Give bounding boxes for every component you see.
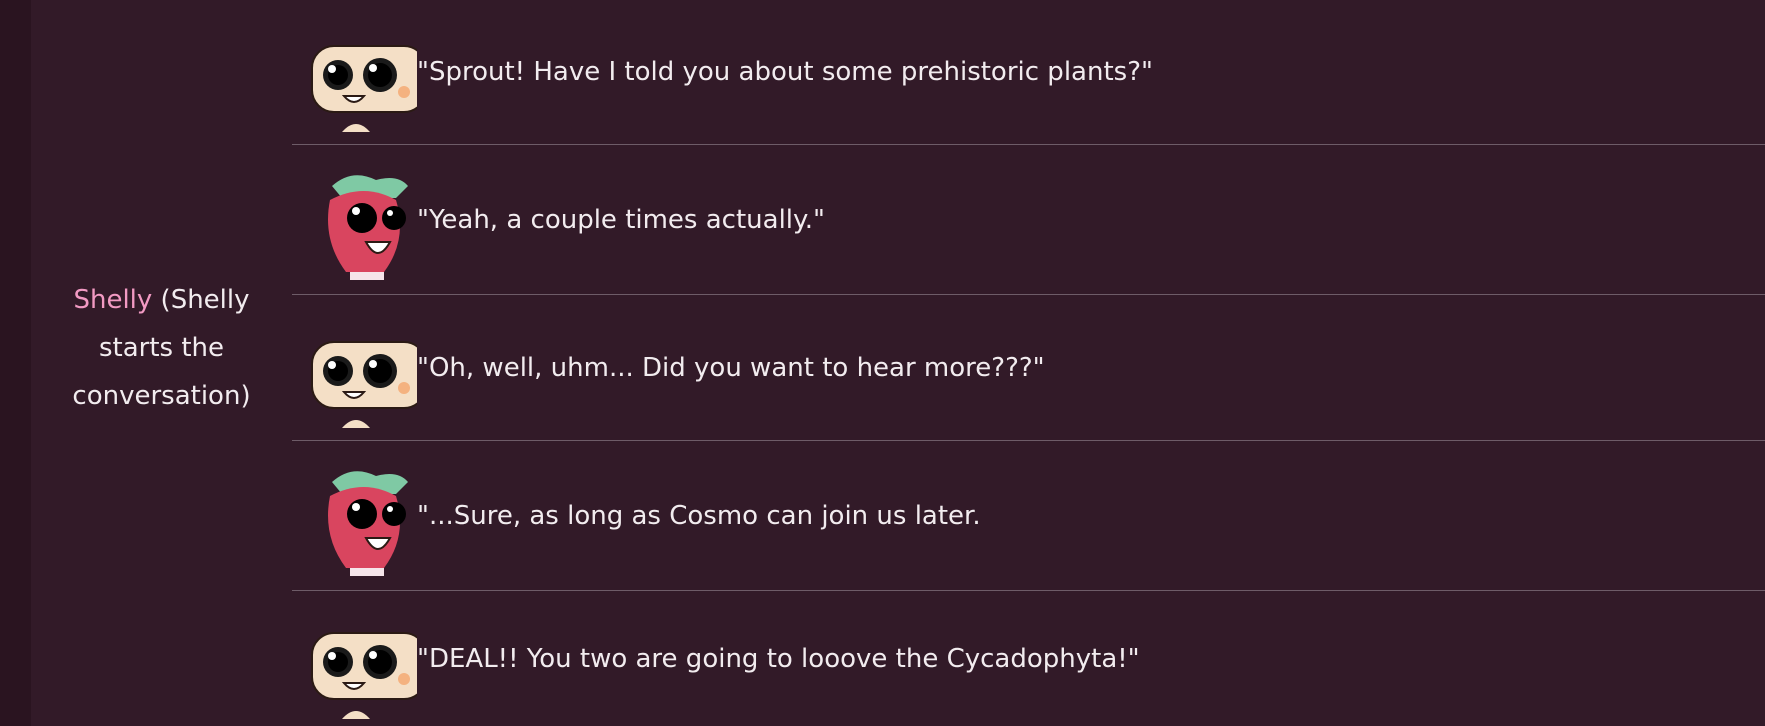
dialogue-line: "Oh, well, uhm... Did you want to hear m…	[417, 352, 1045, 383]
dialogue-table: Shelly (Shelly starts the conversation)	[31, 0, 1765, 726]
shelly-portrait-icon	[292, 308, 427, 428]
dialogue-row: "Oh, well, uhm... Did you want to hear m…	[292, 295, 1765, 441]
speaker-label: Shelly (Shelly starts the conversation)	[52, 276, 272, 420]
speaker-cell: Shelly (Shelly starts the conversation)	[31, 0, 292, 726]
shelly-portrait-icon	[292, 12, 427, 132]
dialogue-row: "DEAL!! You two are going to looove the …	[292, 591, 1765, 726]
dialogue-line: "Sprout! Have I told you about some preh…	[417, 57, 1153, 87]
dialogue-page: Shelly (Shelly starts the conversation)	[0, 0, 1765, 726]
speaker-name[interactable]: Shelly	[73, 285, 152, 315]
dialogue-line: "...Sure, as long as Cosmo can join us l…	[417, 500, 981, 531]
sprout-portrait-icon	[292, 160, 417, 280]
dialogue-rows: "Sprout! Have I told you about some preh…	[292, 0, 1765, 726]
shelly-portrait-icon	[292, 599, 427, 719]
dialogue-line: "DEAL!! You two are going to looove the …	[417, 643, 1140, 674]
dialogue-row: "...Sure, as long as Cosmo can join us l…	[292, 441, 1765, 591]
dialogue-row: "Yeah, a couple times actually."	[292, 145, 1765, 295]
dialogue-line: "Yeah, a couple times actually."	[417, 204, 825, 235]
dialogue-row: "Sprout! Have I told you about some preh…	[292, 0, 1765, 145]
left-margin-strip	[0, 0, 31, 726]
sprout-portrait-icon	[292, 456, 417, 576]
